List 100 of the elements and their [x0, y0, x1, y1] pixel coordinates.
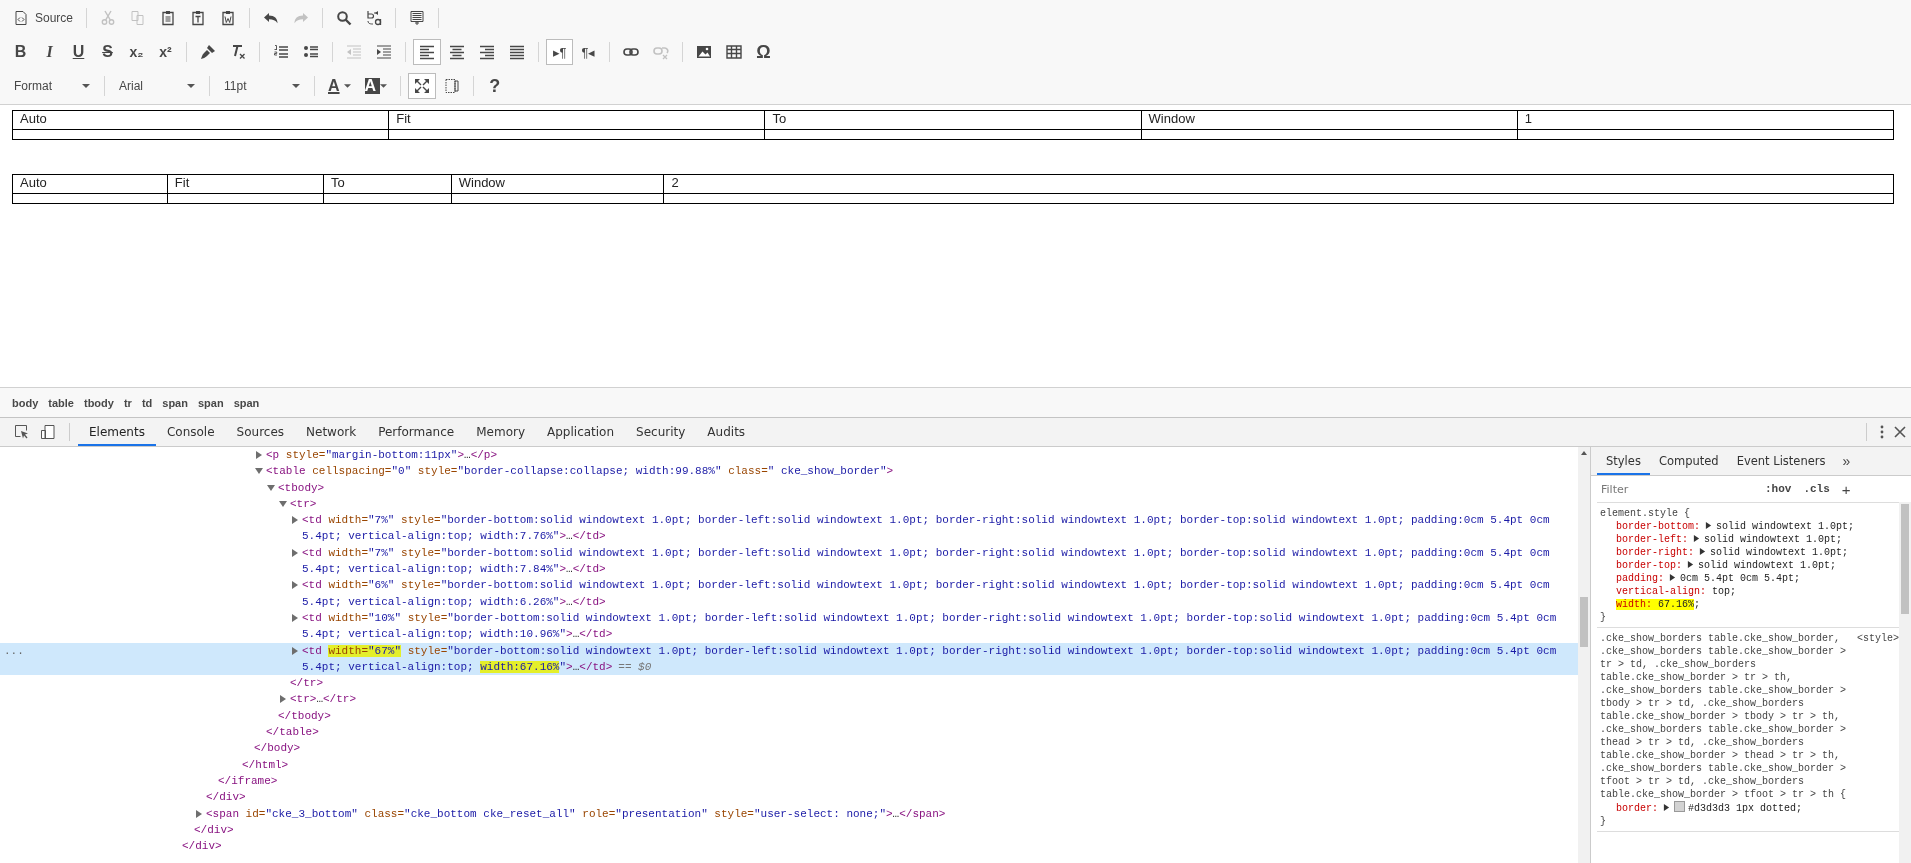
- closing-tag[interactable]: </div>: [194, 821, 1572, 839]
- dom-node[interactable]: <td width="10%" style="border-bottom:solid windowtext 1.0pt; border-left:solid windowtext 1.0pt; border-right:solid windowtext 1.0pt; border-top:solid windowtext 1.0pt; padding:0cm 5.4pt 0cm 5.4pt; vertical-align:top; width:10.96%">…</td>: [302, 609, 1572, 643]
- devtools-tab[interactable]: Elements: [78, 418, 156, 446]
- element-path-link[interactable]: span: [193, 394, 228, 411]
- maximize-button[interactable]: [408, 73, 437, 99]
- closing-tag[interactable]: </tbody>: [278, 707, 1572, 725]
- selected-row[interactable]: [0, 642, 1578, 676]
- italic-button[interactable]: I: [36, 39, 63, 65]
- closing-tag[interactable]: </html>: [242, 756, 1572, 773]
- element-path-link[interactable]: body: [8, 394, 43, 411]
- css-property-value[interactable]: top: [1706, 586, 1731, 597]
- css-property-name[interactable]: border-bottom:: [1616, 521, 1700, 532]
- color-swatch[interactable]: [1674, 801, 1685, 812]
- expand-arrow-icon[interactable]: [1705, 522, 1712, 529]
- devtools-tab[interactable]: Audits: [696, 418, 757, 446]
- semicolon: ;: [1730, 586, 1737, 597]
- close-icon[interactable]: [1894, 426, 1906, 438]
- dom-node[interactable]: <span id="cke_3_bottom" class="cke_bottom cke_reset_all" role="presentation" style="user-select: none;">…</span>: [206, 805, 1572, 822]
- device-icon[interactable]: [40, 424, 56, 440]
- semicolon: ;: [1848, 521, 1855, 532]
- source-button[interactable]: Source: [7, 5, 80, 31]
- devtools-tab[interactable]: Memory: [465, 418, 536, 446]
- paste-text-icon: [190, 10, 207, 26]
- devtools-tab[interactable]: Sources: [225, 418, 296, 446]
- css-property-value[interactable]: 0cm 5.4pt 0cm 5.4pt: [1680, 573, 1795, 584]
- inspect-icon[interactable]: [14, 424, 30, 440]
- styles-tab[interactable]: Event Listeners: [1727, 447, 1835, 475]
- size-dropdown[interactable]: 11pt: [218, 74, 306, 98]
- align-left-button[interactable]: [413, 39, 441, 65]
- format-dropdown[interactable]: Format: [8, 74, 96, 98]
- dom-node[interactable]: <td width="7%" style="border-bottom:solid windowtext 1.0pt; border-left:solid windowtext 1.0pt; border-right:solid windowtext 1.0pt; border-top:solid windowtext 1.0pt; padding:0cm 5.4pt 0cm 5.4pt; vertical-align:top; width:7.84%">…</td>: [302, 544, 1572, 578]
- bold-button[interactable]: B: [7, 39, 34, 65]
- expand-arrow-icon[interactable]: [1663, 804, 1670, 811]
- hover-state-toggle[interactable]: :hov: [1763, 483, 1794, 495]
- semicolon: ;: [1836, 534, 1843, 545]
- copy-icon: [130, 10, 147, 26]
- devtools-tab[interactable]: Performance: [367, 418, 466, 446]
- devtools-tab[interactable]: Console: [155, 418, 226, 446]
- element-path-link[interactable]: tbody: [79, 394, 118, 411]
- dom-node[interactable]: <tr>: [290, 495, 1572, 513]
- element-path-link[interactable]: td: [137, 394, 157, 411]
- element-path-link[interactable]: tr: [119, 394, 136, 411]
- ltr-button[interactable]: ▸¶: [546, 39, 573, 65]
- css-property-name[interactable]: border:: [1616, 803, 1658, 814]
- strike-button[interactable]: S: [94, 39, 121, 65]
- css-property-value[interactable]: solid windowtext 1.0pt: [1698, 560, 1831, 571]
- more-tabs-button[interactable]: »: [1834, 453, 1859, 469]
- expand-arrow-icon[interactable]: [1669, 574, 1676, 581]
- dom-node[interactable]: <table cellspacing="0" style="border-collapse:collapse; width:99.88%" class=" cke_show_border">: [266, 463, 1572, 480]
- dom-node[interactable]: <tbody>: [278, 479, 1572, 496]
- semicolon: ;: [1796, 803, 1803, 814]
- justify-icon: [509, 44, 525, 60]
- devtools-tab[interactable]: Application: [536, 418, 626, 446]
- styles-tab[interactable]: Computed: [1649, 447, 1728, 475]
- replace-icon: [366, 10, 383, 26]
- css-property-name[interactable]: vertical-align:: [1616, 586, 1706, 597]
- css-property-value[interactable]: solid windowtext 1.0pt: [1716, 521, 1849, 532]
- superscript-button[interactable]: x²: [152, 39, 179, 65]
- omega-button[interactable]: Ω: [750, 39, 777, 65]
- expand-arrow-icon[interactable]: [1687, 561, 1694, 568]
- dom-node[interactable]: <tr>…</tr>: [290, 691, 1572, 708]
- style-source-link[interactable]: <style>: [1857, 632, 1899, 645]
- brush-icon: [200, 44, 216, 60]
- closing-tag[interactable]: </div>: [206, 789, 1572, 806]
- css-property-name[interactable]: padding:: [1616, 573, 1664, 584]
- rtl-button[interactable]: ¶◂: [575, 39, 602, 65]
- css-property-name[interactable]: width:: [1616, 599, 1652, 610]
- closing-tag[interactable]: </table>: [266, 724, 1572, 741]
- subscript-button[interactable]: x₂: [123, 39, 150, 65]
- closing-tag[interactable]: </body>: [254, 740, 1572, 757]
- css-property-name[interactable]: border-left:: [1616, 534, 1688, 545]
- scroll-bar[interactable]: [1899, 502, 1911, 863]
- more-options-icon[interactable]: [1880, 425, 1884, 439]
- font-dropdown[interactable]: Arial: [113, 74, 201, 98]
- help-button[interactable]: ?: [481, 73, 509, 99]
- expand-arrow-icon[interactable]: [1693, 535, 1700, 542]
- dom-node[interactable]: <td width="6%" style="border-bottom:solid windowtext 1.0pt; border-left:solid windowtext 1.0pt; border-right:solid windowtext 1.0pt; border-top:solid windowtext 1.0pt; padding:0cm 5.4pt 0cm 5.4pt; vertical-align:top; width:6.26%">…</td>: [302, 577, 1572, 610]
- devtools-tab[interactable]: Network: [295, 418, 368, 446]
- styles-tab[interactable]: Styles: [1597, 447, 1650, 475]
- element-path-link[interactable]: table: [44, 394, 78, 411]
- css-property-name[interactable]: border-top:: [1616, 560, 1682, 571]
- new-rule-button[interactable]: +: [1839, 480, 1853, 498]
- element-path-link[interactable]: span: [158, 394, 192, 411]
- css-property-value[interactable]: #d3d3d3 1px dotted: [1688, 803, 1797, 814]
- underline-button[interactable]: U: [65, 39, 92, 65]
- scroll-bar[interactable]: [1578, 447, 1590, 863]
- closing-tag[interactable]: </iframe>: [218, 772, 1572, 790]
- expand-arrow-icon[interactable]: [1699, 548, 1706, 555]
- css-property-value[interactable]: solid windowtext 1.0pt: [1704, 534, 1837, 545]
- closing-tag[interactable]: </div>: [182, 838, 1572, 855]
- class-toggle[interactable]: .cls: [1801, 483, 1832, 495]
- css-property-value[interactable]: 67.16%: [1652, 599, 1695, 610]
- devtools-tab[interactable]: Security: [625, 418, 697, 446]
- css-property-name[interactable]: border-right:: [1616, 547, 1694, 558]
- dom-node[interactable]: <td width="7%" style="border-bottom:solid windowtext 1.0pt; border-left:solid windowtext 1.0pt; border-right:solid windowtext 1.0pt; border-top:solid windowtext 1.0pt; padding:0cm 5.4pt 0cm 5.4pt; vertical-align:top; width:7.76%">…</td>: [302, 512, 1572, 545]
- dom-node[interactable]: <p style="margin-bottom:11px">…</p>: [266, 447, 1572, 464]
- text-color-button[interactable]: A: [322, 73, 357, 99]
- closing-tag[interactable]: </tr>: [290, 675, 1572, 692]
- css-property-value[interactable]: solid windowtext 1.0pt: [1710, 547, 1843, 558]
- element-path-link[interactable]: span: [229, 394, 264, 411]
